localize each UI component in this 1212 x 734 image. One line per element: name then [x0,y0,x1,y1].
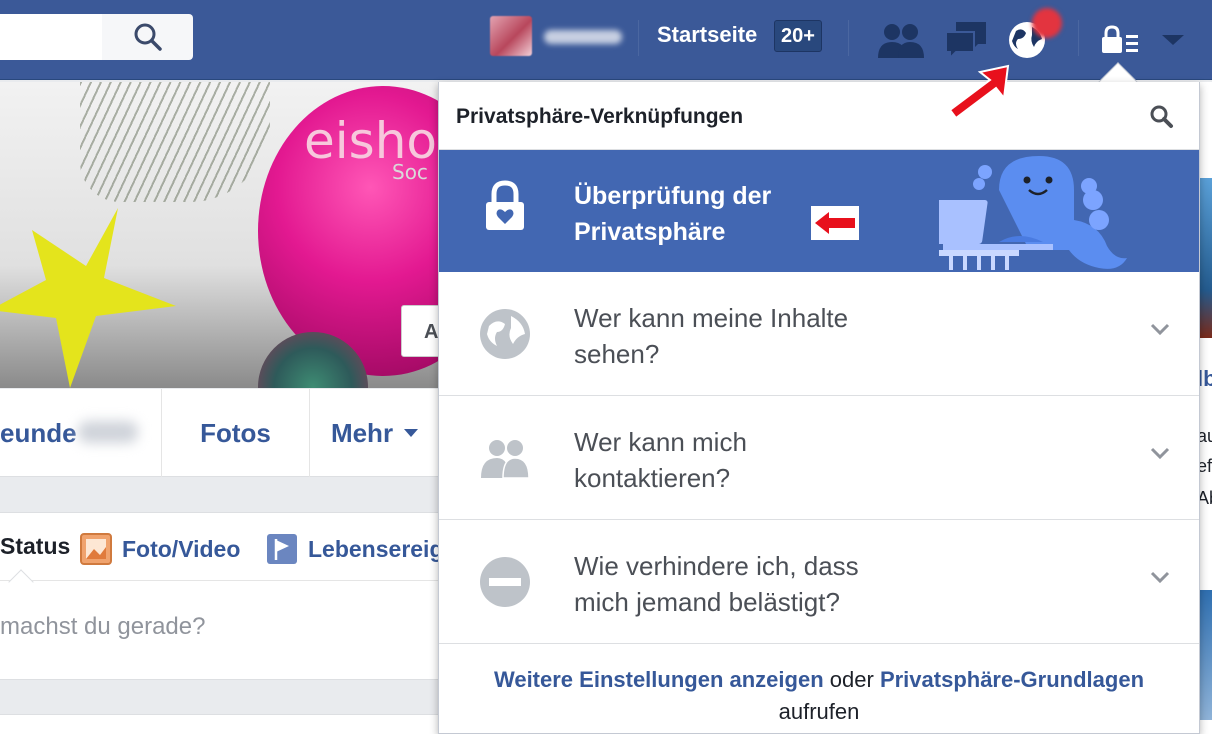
feed-card [0,714,440,734]
privacy-basics-link[interactable]: Privatsphäre-Grundlagen [880,667,1144,692]
top-navigation-bar: Startseite 20+ [0,0,1212,80]
sidebar-thumbnail [1199,178,1212,338]
profile-tabs: eunde Fotos Mehr [0,389,440,477]
cover-photo: eisho Soc A [0,82,440,388]
sidebar-snippet: lb [1199,366,1212,391]
privacy-item-who-can-contact[interactable]: Wer kann mich kontaktieren? [439,396,1199,520]
privacy-checkup-title-line1: Überprüfung der [574,182,772,210]
privacy-item-label-line1: Wer kann meine Inhalte [574,303,849,333]
privacy-item-label-line2: kontaktieren? [574,463,731,493]
panel-footer: Weitere Einstellungen anzeigen oder Priv… [439,644,1199,734]
annotation-arrow [948,64,1010,120]
privacy-item-label-line2: sehen? [574,339,660,369]
lock-heart-icon [486,180,524,230]
privacy-lock-icon [1102,25,1138,53]
star-decoration [0,208,176,388]
privacy-item-stop-harassment[interactable]: Wie verhindere ich, dass mich jemand bel… [439,520,1199,644]
friends-icon [878,24,924,58]
messages-icon [945,22,986,60]
home-badge: 20+ [774,20,822,52]
globe-icon [480,309,530,359]
composer-status-tab[interactable]: Status [0,533,70,560]
friend-requests-button[interactable] [876,18,928,62]
caret-down-icon [404,429,419,437]
photo-icon [80,533,112,565]
sidebar-thumbnail [1199,590,1212,720]
friends-count-blur [78,421,138,443]
messages-button[interactable] [942,18,990,62]
composer-photo-tab[interactable]: Foto/Video [80,533,240,565]
tab-more-label: Mehr [330,417,394,448]
footer-connector: oder [829,667,874,692]
composer-options: Status Foto/Video Lebensereig [0,513,444,581]
nav-divider [1078,20,1079,56]
privacy-dinosaur-illustration [939,156,1127,270]
panel-header: Privatsphäre-Verknüpfungen [439,82,1199,150]
tab-photos-label: Fotos [200,417,271,448]
search-icon [134,23,162,51]
privacy-item-label-line2: mich jemand belästigt? [574,587,840,617]
cover-subtext: Soc [392,160,428,184]
search-input[interactable] [0,14,102,60]
chevron-down-icon [1150,571,1170,584]
privacy-shortcuts-button[interactable] [1100,18,1140,62]
tab-more[interactable]: Mehr [310,389,440,477]
composer-input[interactable]: machst du gerade? [0,613,205,641]
right-column: lb au ef Ab [1199,82,1212,734]
account-menu-button[interactable] [1160,18,1186,62]
privacy-item-label-line1: Wer kann mich [574,427,747,457]
avatar[interactable] [490,16,532,56]
tab-photos[interactable]: Fotos [162,389,310,477]
panel-search-button[interactable] [1149,104,1175,135]
panel-title: Privatsphäre-Verknüpfungen [456,105,744,128]
nav-divider [848,20,849,56]
composer-life-event-tab[interactable]: Lebensereig [266,533,444,565]
profile-name-link[interactable] [544,30,622,44]
privacy-item-label-line1: Wie verhindere ich, dass [574,551,859,581]
pine-branch-decoration [80,82,270,202]
sidebar-snippet: ef [1199,456,1212,476]
notification-count-badge [1032,8,1062,38]
chevron-down-icon [1150,323,1170,336]
search-icon [1150,105,1173,128]
chevron-down-icon [1150,447,1170,460]
cover-action-button[interactable]: A [401,305,440,357]
privacy-checkup-title-line2: Privatsphäre [574,218,726,246]
flag-icon [267,534,297,564]
privacy-checkup-item[interactable]: Überprüfung der Privatsphäre [439,150,1199,272]
annotation-arrow [811,206,859,240]
sidebar-snippet: Ab [1199,488,1212,508]
block-icon [480,557,530,607]
tab-friends-label: eunde [0,417,77,448]
nav-divider [638,20,639,56]
more-settings-link[interactable]: Weitere Einstellungen anzeigen [494,667,824,692]
photo-video-label: Foto/Video [122,535,241,562]
home-link[interactable]: Startseite [657,22,757,48]
life-event-label: Lebensereig [308,535,444,562]
search-button[interactable] [102,14,193,60]
footer-suffix: aufrufen [778,699,860,724]
chevron-down-icon [1162,35,1184,45]
post-composer: Status Foto/Video Lebensereig machst du … [0,512,444,680]
sidebar-snippet: au [1199,426,1212,446]
privacy-shortcuts-panel: Privatsphäre-Verknüpfungen Überprüfung d… [438,82,1200,734]
privacy-item-who-can-see[interactable]: Wer kann meine Inhalte sehen? [439,272,1199,396]
people-icon [481,440,530,479]
